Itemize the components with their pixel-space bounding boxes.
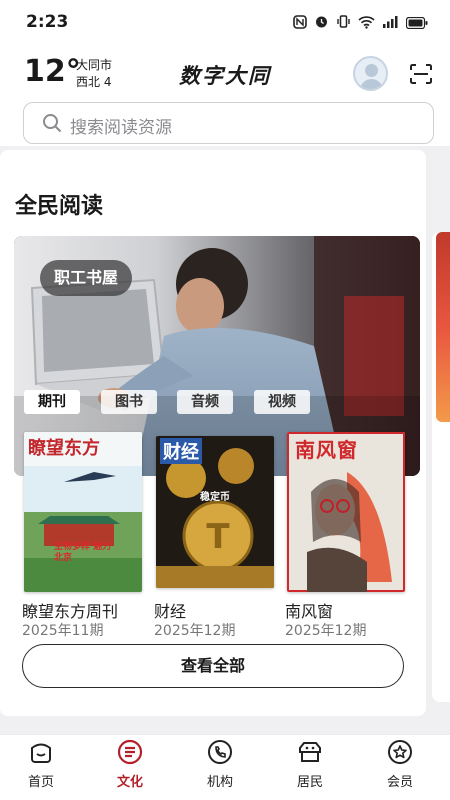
- tab-periodicals[interactable]: 期刊: [24, 390, 80, 414]
- weather-wind: 西北 4: [76, 75, 112, 89]
- scan-icon[interactable]: [410, 64, 432, 84]
- tabbar-item-culture[interactable]: 文化: [100, 739, 160, 790]
- svg-text:T: T: [206, 517, 230, 557]
- vibrate-icon: [336, 14, 351, 33]
- status-time: 2:23: [26, 12, 69, 32]
- tab-video[interactable]: 视频: [254, 390, 310, 414]
- view-all-button[interactable]: 查看全部: [22, 644, 404, 688]
- banner-tag: 职工书屋: [40, 260, 133, 296]
- tabbar-label: 首页: [27, 775, 54, 790]
- home-icon: [28, 739, 54, 765]
- weather-city: 大同市: [76, 58, 113, 72]
- tabbar-item-institution[interactable]: 机构: [190, 739, 250, 790]
- book-issue: 2025年11期: [22, 623, 104, 639]
- book-cover-nanfengchuang[interactable]: 南风窗: [287, 432, 405, 592]
- tabbar-item-home[interactable]: 首页: [11, 739, 71, 790]
- tabbar-label: 机构: [206, 775, 233, 790]
- status-icons: [293, 14, 428, 33]
- caijing-cover-title: 财经: [160, 438, 202, 464]
- tabbar-label: 会员: [386, 775, 413, 790]
- reading-card: 全民阅读 职工书屋 期刊 图书 音频 视频 瞭望东方 生物多样 魅力北京 瞭望东…: [0, 150, 426, 716]
- liaowang-cover-title: 瞭望东方: [28, 438, 100, 459]
- tabbar-label: 居民: [296, 775, 323, 790]
- avatar[interactable]: [353, 56, 388, 91]
- book-issue: 2025年12期: [285, 623, 367, 639]
- culture-icon: [117, 739, 143, 765]
- member-icon: [387, 739, 413, 765]
- weather-temperature: 12°: [24, 54, 81, 89]
- search-placeholder: 搜索阅读资源: [70, 118, 172, 138]
- next-card-banner: [436, 232, 450, 422]
- book-name[interactable]: 南风窗: [285, 598, 333, 622]
- resident-icon: [297, 739, 323, 765]
- avatar-body: [360, 79, 383, 89]
- book-name[interactable]: 瞭望东方周刊: [22, 598, 118, 622]
- wifi-icon: [358, 14, 375, 33]
- avatar-head: [365, 64, 378, 77]
- search-input[interactable]: 搜索阅读资源: [23, 102, 434, 144]
- header: 12° 大同市 西北 4 数字大同 搜索阅读资源: [0, 46, 450, 146]
- alarm-icon: [314, 14, 329, 33]
- next-card-peek[interactable]: [432, 232, 450, 702]
- phone-icon: [207, 739, 233, 765]
- tabbar-label: 文化: [116, 775, 143, 790]
- search-icon: [42, 113, 62, 133]
- signal-icon: [382, 14, 399, 33]
- tab-books[interactable]: 图书: [101, 390, 157, 414]
- book-name[interactable]: 财经: [154, 598, 186, 622]
- bottom-tab-bar: 首页 文化 机构 居民 会员: [0, 734, 450, 800]
- liaowang-cover-text: 生物多样 魅力北京: [54, 542, 112, 563]
- nfc-icon: [293, 14, 307, 33]
- status-bar: 2:23: [0, 0, 450, 46]
- book-cover-caijing[interactable]: T 财经 稳定币: [156, 436, 274, 588]
- book-issue: 2025年12期: [154, 623, 236, 639]
- tabbar-item-resident[interactable]: 居民: [280, 739, 340, 790]
- section-title: 全民阅读: [15, 194, 104, 219]
- tabbar-item-member[interactable]: 会员: [370, 739, 430, 790]
- app-title: 数字大同: [179, 63, 271, 88]
- battery-icon: [405, 14, 428, 33]
- caijing-cover-text: 稳定币: [200, 492, 230, 503]
- main-content: 全民阅读 职工书屋 期刊 图书 音频 视频 瞭望东方 生物多样 魅力北京 瞭望东…: [0, 146, 450, 734]
- tab-audio[interactable]: 音频: [177, 390, 233, 414]
- nanfengchuang-cover-title: 南风窗: [295, 438, 358, 462]
- book-cover-liaowang[interactable]: 瞭望东方 生物多样 魅力北京: [24, 432, 142, 592]
